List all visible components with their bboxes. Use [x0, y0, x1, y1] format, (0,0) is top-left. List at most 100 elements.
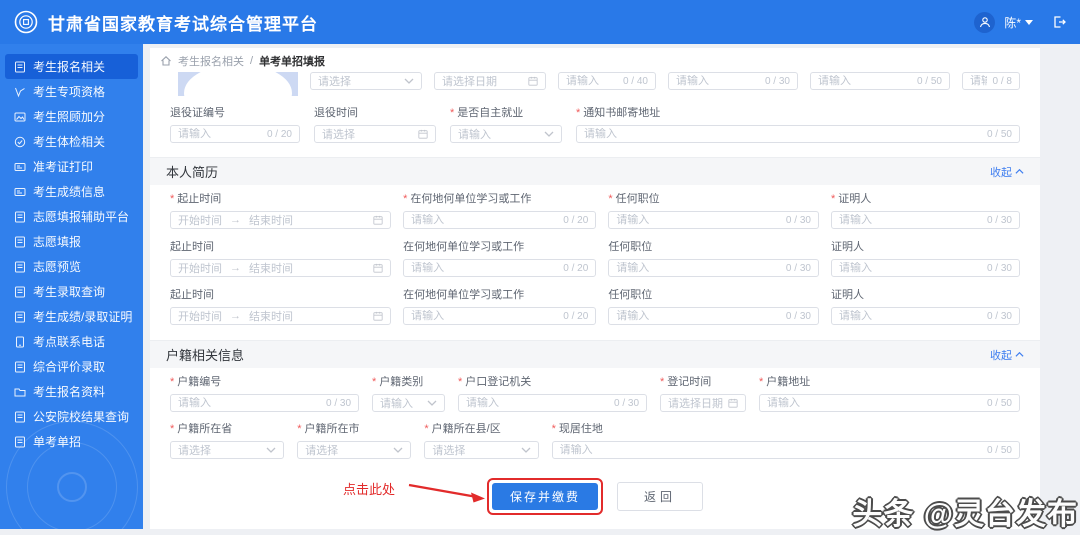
witness-field[interactable]: 0 / 30: [830, 211, 1020, 229]
household-id-field[interactable]: 0 / 30: [170, 394, 360, 412]
sidebar-item-label: 考生专项资格: [33, 85, 106, 99]
char-counter: 0 / 30: [785, 214, 811, 226]
required-mark: *: [403, 193, 408, 205]
text-input[interactable]: [559, 444, 981, 456]
sidebar-item-registration[interactable]: 考生报名相关: [5, 54, 138, 79]
sidebar-item-registration-materials[interactable]: 考生报名资料: [0, 379, 138, 404]
clipped-select[interactable]: 请选择: [310, 72, 422, 90]
clipped-input-2[interactable]: 0 / 30: [668, 72, 798, 90]
clipped-date-picker[interactable]: 请选择日期: [434, 72, 546, 90]
collapse-toggle[interactable]: 收起: [990, 164, 1024, 180]
char-counter: 0 / 30: [326, 397, 352, 409]
work-place-field[interactable]: 0 / 20: [403, 211, 597, 229]
text-input[interactable]: [584, 128, 981, 140]
field-label: 退役时间: [314, 107, 358, 119]
text-input[interactable]: [616, 214, 780, 226]
back-button[interactable]: 返回: [617, 481, 704, 511]
text-input[interactable]: [838, 262, 981, 274]
section-title: 户籍相关信息: [166, 348, 245, 363]
document-icon: [15, 211, 25, 222]
image-icon: [14, 112, 26, 121]
sidebar-item-volunteer-fill[interactable]: 志愿填报: [0, 229, 138, 254]
sidebar-item-admission-ticket[interactable]: 准考证打印: [0, 154, 138, 179]
sidebar-item-score-proof[interactable]: 考生成绩/录取证明: [0, 304, 138, 329]
sidebar-item-label: 考生体检相关: [33, 135, 106, 149]
text-input[interactable]: [411, 214, 558, 226]
click-here-annotation: 点击此处: [343, 482, 396, 497]
person-icon: [979, 17, 990, 28]
text-input[interactable]: [566, 75, 617, 87]
sidebar-item-contact-phone[interactable]: 考点联系电话: [0, 329, 138, 354]
content-card: 考生报名相关 / 单考单招填报 请选择 请选择日期 请输入 0 / 40 请输入…: [150, 48, 1040, 529]
sidebar-item-volunteer-assist[interactable]: 志愿填报辅助平台: [0, 204, 138, 229]
save-and-pay-button[interactable]: 保存并缴费: [491, 482, 598, 510]
position-field[interactable]: 0 / 30: [608, 259, 819, 277]
sidebar-item-volunteer-preview[interactable]: 志愿预览: [0, 254, 138, 279]
sidebar-item-physical-exam[interactable]: 考生体检相关: [0, 129, 138, 154]
clipped-input-3[interactable]: 0 / 50: [810, 72, 950, 90]
logout-button[interactable]: [1052, 15, 1066, 29]
household-address-field[interactable]: 0 / 50: [759, 394, 1020, 412]
document-icon: [15, 411, 25, 422]
field-group-self-employment: * 是否自主就业 请输入: [450, 107, 562, 143]
position-field[interactable]: 0 / 30: [608, 211, 819, 229]
user-menu[interactable]: 陈*: [1004, 14, 1033, 31]
text-input[interactable]: [616, 262, 780, 274]
document-icon: [15, 61, 25, 72]
char-counter: 0 / 30: [986, 310, 1012, 322]
veteran-id-field[interactable]: 0 / 20: [170, 125, 300, 143]
breadcrumb-parent[interactable]: 考生报名相关: [178, 53, 244, 69]
self-employment-select[interactable]: 请输入: [450, 125, 562, 143]
candidate-photo-placeholder[interactable]: [178, 72, 298, 96]
document-icon: [15, 261, 25, 272]
province-select[interactable]: 请选择: [170, 441, 285, 459]
period-range-picker[interactable]: 开始时间 → 结束时间: [170, 211, 392, 229]
text-input[interactable]: [767, 397, 981, 409]
period-range-picker[interactable]: 开始时间 → 结束时间: [170, 307, 392, 325]
field-label: 是否自主就业: [457, 107, 524, 119]
work-place-field[interactable]: 0 / 20: [403, 307, 597, 325]
sidebar-item-bonus-points[interactable]: 考生照顾加分: [0, 104, 138, 129]
household-type-select[interactable]: 请输入: [372, 394, 445, 412]
sidebar-item-special-qualification[interactable]: 考生专项资格: [0, 79, 138, 104]
text-input[interactable]: [178, 397, 320, 409]
witness-field[interactable]: 0 / 30: [830, 307, 1020, 325]
clipped-input-1[interactable]: 0 / 40: [558, 72, 656, 90]
toutiao-watermark: 头条 @灵台发布: [852, 498, 1078, 531]
text-input[interactable]: [178, 128, 261, 140]
check-icon: [15, 87, 25, 97]
text-input[interactable]: [411, 262, 558, 274]
char-counter: 0 / 20: [563, 214, 589, 226]
sidebar-item-comprehensive-eval[interactable]: 综合评价录取: [0, 354, 138, 379]
text-input[interactable]: [818, 75, 911, 87]
text-input[interactable]: [411, 310, 558, 322]
text-input[interactable]: [676, 75, 759, 87]
text-input[interactable]: [970, 75, 987, 87]
mail-address-field[interactable]: 0 / 50: [576, 125, 1020, 143]
veteran-date-picker[interactable]: 请选择: [314, 125, 436, 143]
collapse-toggle[interactable]: 收起: [990, 347, 1024, 363]
user-avatar[interactable]: [974, 11, 996, 33]
text-input[interactable]: [838, 214, 981, 226]
residence-field[interactable]: 0 / 50: [551, 441, 1020, 459]
text-input[interactable]: [838, 310, 981, 322]
position-field[interactable]: 0 / 30: [608, 307, 819, 325]
app-logo-icon: [14, 10, 38, 34]
registry-date-picker[interactable]: 请选择日期: [660, 394, 747, 412]
field-group-veteran-id: 退役证编号 0 / 20: [170, 107, 300, 143]
work-place-field[interactable]: 0 / 20: [403, 259, 597, 277]
required-mark: *: [450, 107, 455, 119]
city-select[interactable]: 请选择: [297, 441, 412, 459]
county-select[interactable]: 请选择: [424, 441, 539, 459]
registry-office-field[interactable]: 0 / 30: [457, 394, 648, 412]
household-row: *户籍编号 0 / 30 *户籍类别 请输入: [170, 376, 1020, 412]
text-input[interactable]: [616, 310, 780, 322]
text-input[interactable]: [465, 397, 608, 409]
sidebar-item-label: 志愿预览: [33, 260, 82, 274]
witness-field[interactable]: 0 / 30: [830, 259, 1020, 277]
sidebar-item-admission-query[interactable]: 考生录取查询: [0, 279, 138, 304]
clipped-input-4[interactable]: 0 / 8: [962, 72, 1020, 90]
period-range-picker[interactable]: 开始时间 → 结束时间: [170, 259, 392, 277]
sidebar-item-scores[interactable]: 考生成绩信息: [0, 179, 138, 204]
field-label: 任何职位: [615, 193, 660, 205]
